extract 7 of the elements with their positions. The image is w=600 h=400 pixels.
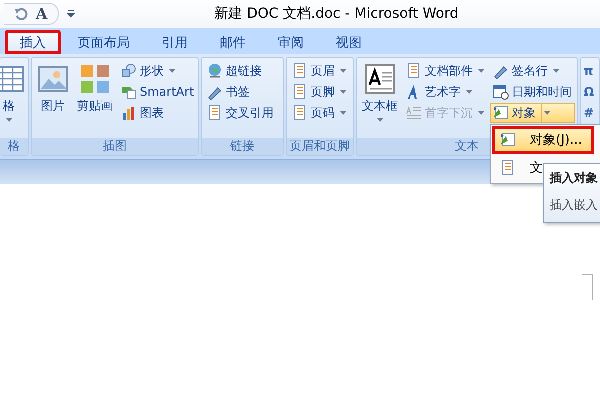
group-label: 链接	[202, 138, 283, 155]
group-label: 页眉和页脚	[287, 138, 353, 155]
tooltip-title: 插入对象	[550, 170, 599, 187]
tooltip-text: 插入嵌入	[550, 197, 599, 214]
group-label: 格	[0, 138, 28, 155]
group-label: 插图	[32, 138, 198, 155]
window-title: 新建 DOC 文档.doc - Microsoft Word	[214, 5, 459, 23]
